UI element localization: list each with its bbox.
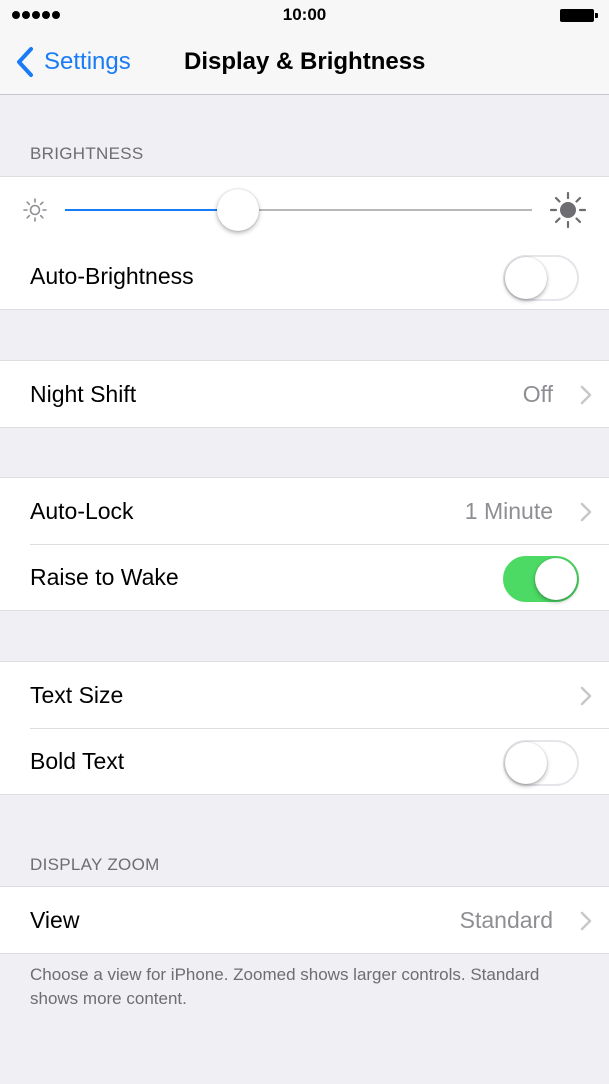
chevron-left-icon (17, 47, 33, 77)
auto-brightness-toggle[interactable] (503, 255, 579, 301)
page-title: Display & Brightness (184, 48, 426, 75)
display-zoom-group: View Standard (0, 886, 609, 954)
bold-text-label: Bold Text (30, 748, 125, 774)
chevron-right-icon (580, 385, 592, 405)
chevron-right-icon (580, 911, 592, 931)
night-shift-row[interactable]: Night Shift Off (0, 361, 609, 427)
brightness-group: Auto-Brightness (0, 176, 609, 310)
lock-group: Auto-Lock 1 Minute Raise to Wake (0, 477, 609, 611)
bold-text-toggle[interactable] (503, 740, 579, 786)
auto-lock-value: 1 Minute (464, 498, 553, 524)
status-bar: 10:00 (0, 0, 609, 32)
status-time: 10:00 (282, 5, 327, 24)
chevron-right-icon (580, 686, 592, 706)
toggle-knob (505, 257, 547, 299)
night-shift-label: Night Shift (30, 381, 137, 407)
view-row[interactable]: View Standard (0, 887, 609, 953)
display-zoom-footer: Choose a view for iPhone. Zoomed shows l… (30, 965, 540, 1008)
brightness-slider-row (0, 177, 609, 243)
back-button[interactable]: Settings (14, 45, 131, 79)
auto-lock-row[interactable]: Auto-Lock 1 Minute (0, 478, 609, 544)
auto-lock-label: Auto-Lock (30, 498, 134, 524)
navigation-bar: Settings Display & Brightness (0, 32, 609, 95)
text-size-row[interactable]: Text Size (0, 662, 609, 728)
section-header-display-zoom: DISPLAY ZOOM (30, 855, 160, 874)
raise-to-wake-row: Raise to Wake (0, 544, 609, 610)
bold-text-row: Bold Text (0, 728, 609, 794)
text-group: Text Size Bold Text (0, 661, 609, 795)
view-value: Standard (459, 907, 553, 933)
view-label: View (30, 907, 80, 933)
toggle-knob (535, 558, 577, 600)
auto-brightness-row: Auto-Brightness (0, 243, 609, 309)
night-shift-group: Night Shift Off (0, 360, 609, 428)
battery-icon (560, 9, 598, 22)
sun-small-icon (23, 198, 47, 222)
brightness-slider-track[interactable] (65, 209, 532, 211)
toggle-knob (505, 742, 547, 784)
back-button-label: Settings (44, 48, 131, 75)
night-shift-value: Off (522, 381, 553, 407)
auto-brightness-label: Auto-Brightness (30, 263, 194, 289)
raise-to-wake-toggle[interactable] (503, 556, 579, 602)
chevron-right-icon (580, 502, 592, 522)
text-size-label: Text Size (30, 682, 124, 708)
brightness-slider-fill (65, 209, 238, 211)
sun-large-icon (549, 191, 587, 229)
raise-to-wake-label: Raise to Wake (30, 564, 179, 590)
section-header-brightness: BRIGHTNESS (30, 144, 144, 163)
brightness-slider-thumb[interactable] (216, 189, 259, 231)
